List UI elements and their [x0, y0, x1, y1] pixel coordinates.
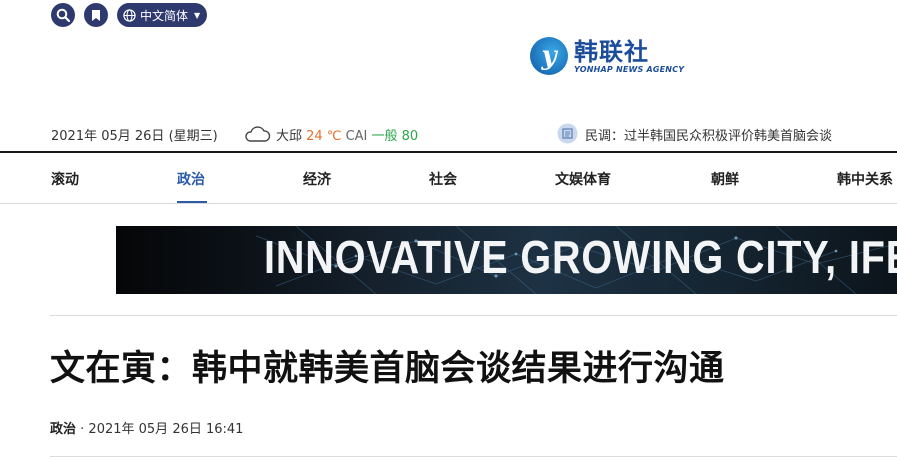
nav-top-divider	[0, 151, 897, 153]
article-meta: 政治 · 2021年 05月 26日 16:41	[50, 418, 243, 437]
nav-item-society[interactable]: 社会	[429, 169, 457, 189]
article-title: 文在寅：韩中就韩美首脑会谈结果进行沟通	[50, 349, 725, 389]
nav-item-korea-china[interactable]: 韩中关系	[837, 169, 893, 189]
globe-icon	[123, 8, 136, 22]
language-label: 中文简体	[140, 8, 189, 23]
nav-bottom-divider	[0, 203, 897, 204]
cai-label: CAI	[345, 129, 368, 144]
cloud-icon	[243, 124, 271, 148]
nav-item-north-korea[interactable]: 朝鲜	[711, 169, 739, 189]
nav-item-entertainment-sports[interactable]: 文娱体育	[555, 169, 611, 189]
language-selector[interactable]: 中文简体 ▼	[117, 3, 207, 27]
cai-value: 一般 80	[371, 129, 419, 144]
poll-icon	[557, 123, 578, 148]
weather-city: 大邱	[276, 129, 303, 144]
bookmark-icon	[92, 9, 100, 21]
search-icon	[56, 8, 70, 22]
weather-info: 大邱 24 ℃ CAI 一般 80	[276, 125, 418, 144]
article-divider	[50, 456, 897, 457]
ad-banner[interactable]: INNOVATIVE GROWING CITY, IFE	[116, 226, 897, 294]
caret-down-icon: ▼	[194, 10, 201, 20]
logo-mark: y	[530, 37, 568, 75]
search-button[interactable]	[51, 3, 75, 27]
site-logo[interactable]: y 韩联社 YONHAP NEWS AGENCY	[530, 37, 684, 75]
nav-item-economy[interactable]: 经济	[303, 169, 331, 189]
nav-item-scroll[interactable]: 滚动	[51, 169, 79, 189]
current-date: 2021年 05月 26日 (星期三)	[51, 129, 218, 144]
poll-headline-link[interactable]: 民调：过半韩国民众积极评价韩美首脑会谈	[585, 125, 832, 144]
logo-name-en: YONHAP NEWS AGENCY	[574, 64, 685, 74]
nav-item-politics[interactable]: 政治	[177, 169, 205, 189]
banner-text: INNOVATIVE GROWING CITY, IFE	[264, 231, 897, 283]
bookmark-button[interactable]	[84, 3, 108, 27]
logo-name-cn: 韩联社	[574, 37, 649, 66]
section-divider	[50, 315, 897, 316]
article-datetime: 2021年 05月 26日 16:41	[88, 422, 244, 437]
weather-temp: 24 ℃	[306, 129, 342, 144]
meta-separator: ·	[76, 422, 89, 437]
article-category[interactable]: 政治	[50, 422, 76, 437]
